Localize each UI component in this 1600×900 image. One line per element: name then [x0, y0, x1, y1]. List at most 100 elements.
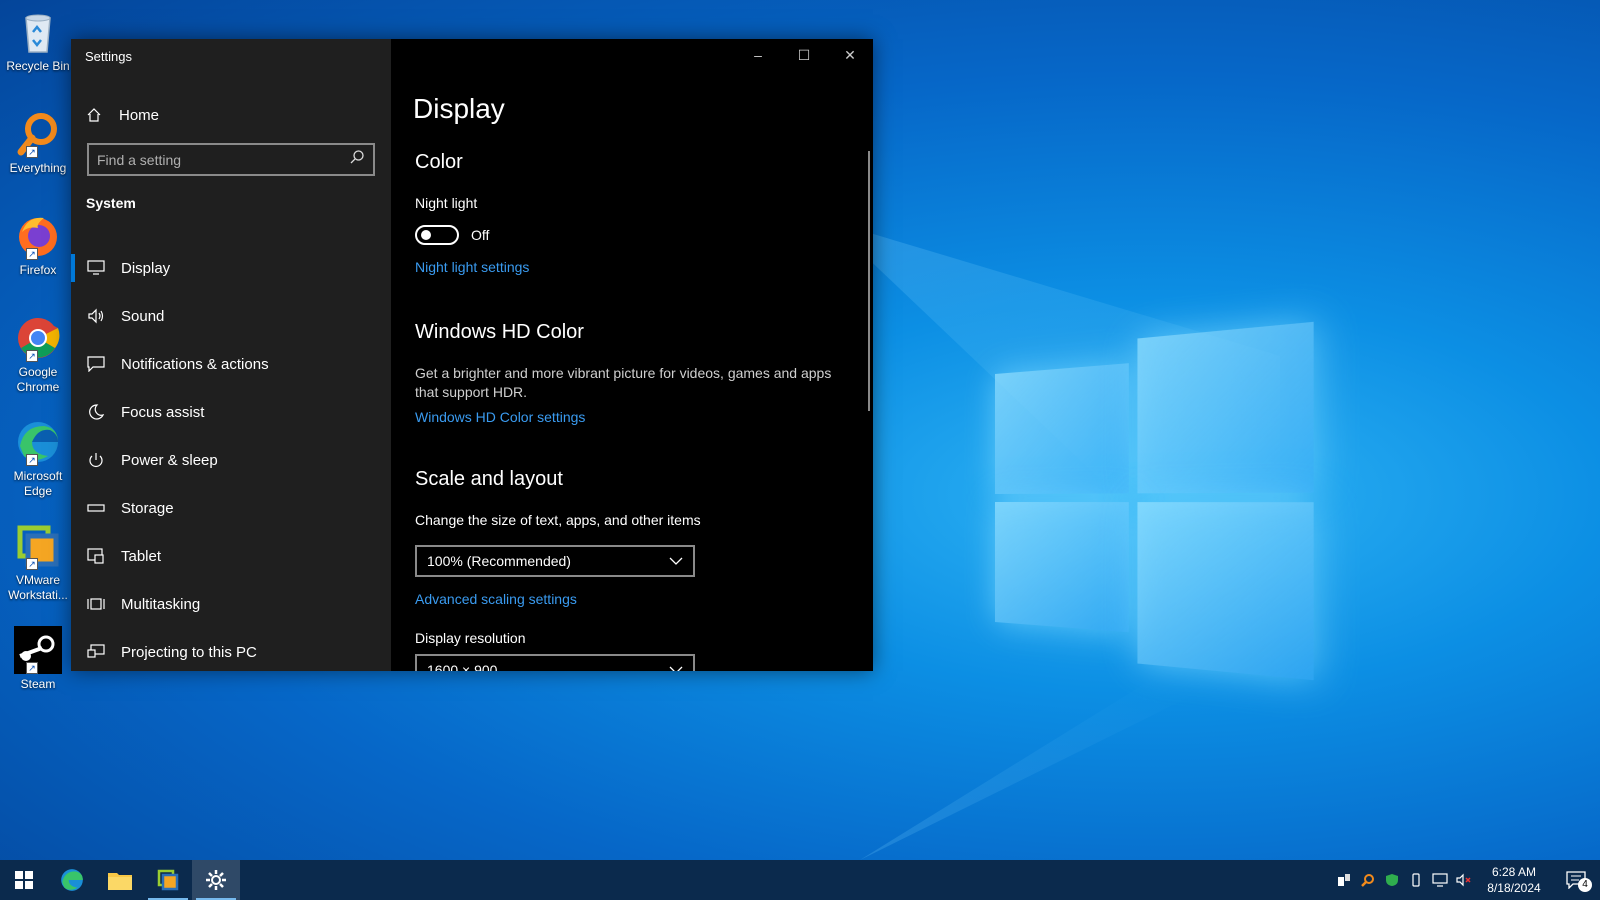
taskbar-edge[interactable] — [48, 860, 96, 900]
night-light-settings-link[interactable]: Night light settings — [415, 259, 529, 275]
search-box[interactable] — [87, 143, 375, 176]
sidebar-item-label: Multitasking — [121, 595, 201, 613]
desktop-icon-label: Firefox — [19, 263, 57, 277]
desktop-icon-label: Everything — [9, 161, 67, 175]
content-pane: – ☐ ✕ Display Color Night light Off Nigh… — [391, 39, 873, 671]
sidebar-item-label: Display — [121, 259, 171, 277]
sidebar-item-storage[interactable]: Storage — [71, 484, 391, 532]
caption-buttons: – ☐ ✕ — [735, 39, 873, 71]
desktop-icon-label: VMware Workstati... — [8, 573, 68, 602]
clock-time: 6:28 AM — [1491, 865, 1537, 879]
clock-date: 8/18/2024 — [1487, 881, 1541, 895]
power-icon — [87, 451, 105, 469]
night-light-label: Night light — [415, 195, 478, 211]
sidebar-item-display[interactable]: Display — [71, 244, 391, 292]
scrollbar[interactable] — [868, 151, 870, 411]
page-title: Display — [413, 93, 505, 124]
hd-color-settings-link[interactable]: Windows HD Color settings — [415, 409, 585, 425]
taskbar-file-explorer[interactable] — [96, 860, 144, 900]
gear-icon — [206, 870, 226, 890]
sidebar-item-label: Power & sleep — [121, 451, 218, 469]
sidebar-item-label: Tablet — [121, 547, 162, 565]
multitasking-icon — [87, 595, 105, 613]
sidebar-item-label: Home — [119, 106, 160, 124]
scale-size-label: Change the size of text, apps, and other… — [415, 512, 701, 528]
desktop-icon-everything[interactable]: ↗ Everything — [0, 110, 76, 176]
vmware-icon — [157, 869, 179, 891]
sidebar-item-notifications[interactable]: Notifications & actions — [71, 340, 391, 388]
everything-icon: ↗ — [14, 110, 62, 158]
usb-tray-icon[interactable] — [1404, 860, 1428, 900]
desktop-icon-label: Google Chrome — [16, 365, 60, 394]
taskview-tray-icon[interactable] — [1332, 860, 1356, 900]
night-light-toggle[interactable] — [415, 225, 459, 245]
steam-icon: ↗ — [14, 626, 62, 674]
search-input[interactable] — [97, 151, 349, 168]
action-center-button[interactable]: 4 — [1552, 860, 1600, 900]
window-title: Settings — [85, 49, 132, 64]
sidebar-item-label: Notifications & actions — [121, 355, 269, 373]
sidebar-section-label: System — [86, 195, 136, 211]
sidebar-item-focus-assist[interactable]: Focus assist — [71, 388, 391, 436]
night-light-state: Off — [471, 227, 490, 243]
taskbar: 6:28 AM 8/18/2024 4 — [0, 860, 1600, 900]
scale-dropdown-value: 100% (Recommended) — [427, 553, 571, 569]
clock[interactable]: 6:28 AM 8/18/2024 — [1476, 864, 1552, 896]
sidebar-item-home[interactable]: Home — [85, 101, 159, 129]
hd-color-heading: Windows HD Color — [415, 321, 584, 343]
search-icon[interactable] — [349, 149, 365, 170]
windows-icon — [15, 871, 33, 889]
desktop-icon-microsoft-edge[interactable]: ↗ Microsoft Edge — [0, 418, 76, 499]
sidebar-item-label: Focus assist — [121, 403, 205, 421]
home-icon — [85, 106, 103, 124]
hd-color-description: Get a brighter and more vibrant picture … — [415, 365, 832, 400]
scale-layout-heading: Scale and layout — [415, 468, 563, 490]
tablet-icon — [87, 547, 105, 565]
scale-dropdown[interactable]: 100% (Recommended) — [415, 545, 695, 577]
monitor-icon — [87, 259, 105, 277]
projecting-icon — [87, 643, 105, 661]
desktop-icon-label: Microsoft Edge — [13, 469, 63, 498]
system-tray: 6:28 AM 8/18/2024 4 — [1332, 860, 1600, 900]
edge-icon: ↗ — [14, 418, 62, 466]
desktop-icon-vmware[interactable]: ↗ VMware Workstati... — [0, 522, 76, 603]
desktop-icon-steam[interactable]: ↗ Steam — [0, 626, 76, 692]
settings-window: Settings Home System Display — [71, 39, 873, 671]
sidebar-item-tablet[interactable]: Tablet — [71, 532, 391, 580]
recycle-bin-icon — [14, 8, 62, 56]
sidebar-item-multitasking[interactable]: Multitasking — [71, 580, 391, 628]
taskbar-vmware[interactable] — [144, 860, 192, 900]
desktop-icon-recycle-bin[interactable]: Recycle Bin — [0, 8, 76, 74]
security-tray-icon[interactable] — [1380, 860, 1404, 900]
start-button[interactable] — [0, 860, 48, 900]
folder-icon — [108, 873, 132, 890]
volume-muted-icon[interactable] — [1452, 860, 1476, 900]
taskbar-settings[interactable] — [192, 860, 240, 900]
sidebar-item-power-sleep[interactable]: Power & sleep — [71, 436, 391, 484]
desktop-icon-label: Recycle Bin — [6, 59, 70, 73]
everything-tray-icon[interactable] — [1356, 860, 1380, 900]
advanced-scaling-link[interactable]: Advanced scaling settings — [415, 591, 577, 607]
storage-icon — [87, 499, 105, 517]
minimize-button[interactable]: – — [735, 39, 781, 71]
desktop-icon-firefox[interactable]: ↗ Firefox — [0, 212, 76, 278]
wallpaper-windows-logo — [995, 321, 1314, 681]
color-heading: Color — [415, 151, 463, 173]
chevron-down-icon — [669, 553, 683, 569]
chevron-down-icon — [669, 662, 683, 671]
chrome-icon: ↗ — [14, 314, 62, 362]
sidebar-item-label: Projecting to this PC — [121, 643, 257, 661]
maximize-button[interactable]: ☐ — [781, 39, 827, 71]
network-tray-icon[interactable] — [1428, 860, 1452, 900]
firefox-icon: ↗ — [14, 212, 62, 260]
sidebar-item-sound[interactable]: Sound — [71, 292, 391, 340]
desktop-icon-google-chrome[interactable]: ↗ Google Chrome — [0, 314, 76, 395]
resolution-label: Display resolution — [415, 630, 526, 646]
sidebar-item-projecting[interactable]: Projecting to this PC — [71, 628, 391, 676]
close-button[interactable]: ✕ — [827, 39, 873, 71]
resolution-dropdown[interactable]: 1600 × 900 — [415, 654, 695, 671]
edge-icon — [61, 869, 83, 891]
speaker-icon — [87, 307, 105, 325]
sidebar: Settings Home System Display — [71, 39, 391, 671]
notification-count-badge: 4 — [1578, 878, 1592, 892]
